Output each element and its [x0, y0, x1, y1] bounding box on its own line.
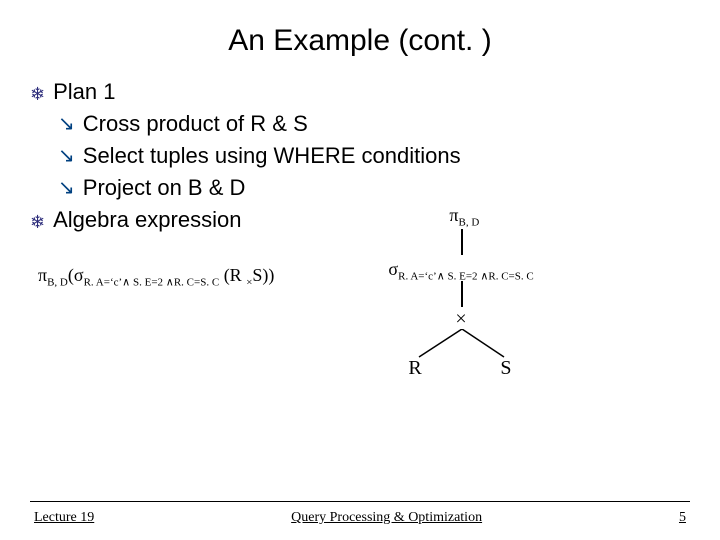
cond-a: R. A=‘c’	[84, 277, 123, 289]
tree-pi-node: πB, D	[449, 205, 479, 229]
bullet-algebra: ❄ Algebra expression	[30, 204, 690, 236]
footer-left: Lecture 19	[34, 510, 94, 526]
cond-b: S. E=2	[130, 277, 166, 289]
pi-subscript: B, D	[47, 277, 68, 289]
tree-leaf-s: S	[500, 357, 511, 380]
tree-cross-node: ×	[455, 308, 466, 331]
tree-sigma: σ	[388, 259, 398, 279]
close-outer: S))	[252, 265, 274, 285]
arrow-icon: ↘	[58, 146, 75, 166]
tree-and-1: ∧	[437, 271, 445, 283]
footer-center: Query Processing & Optimization	[291, 510, 482, 526]
bullet-cross-text: Cross product of R & S	[83, 108, 308, 140]
bullet-plan-text: Plan 1	[53, 76, 115, 108]
footer-right: 5	[679, 510, 686, 526]
slide-footer: Lecture 19 Query Processing & Optimizati…	[0, 510, 720, 526]
algebra-expression-inline: πB, D(σR. A=‘c’∧ S. E=2 ∧R. C=S. C (R ×S…	[38, 255, 274, 289]
bullet-algebra-text: Algebra expression	[53, 204, 241, 236]
tree-cond-c: R. C=S. C	[488, 271, 533, 283]
bullet-select: ↘ Select tuples using WHERE conditions	[30, 140, 690, 172]
expression-tree: πB, D σR. A=‘c’∧ S. E=2 ∧R. C=S. C × R S	[334, 255, 594, 435]
formula-row: πB, D(σR. A=‘c’∧ S. E=2 ∧R. C=S. C (R ×S…	[0, 235, 720, 435]
inner-text: (R	[219, 265, 246, 285]
slide-title: An Example (cont. )	[0, 0, 720, 66]
tree-cond-a: R. A=‘c’	[398, 271, 437, 283]
bullet-select-text: Select tuples using WHERE conditions	[83, 140, 461, 172]
slide-body: ❄ Plan 1 ↘ Cross product of R & S ↘ Sele…	[0, 66, 720, 235]
bullet-plan: ❄ Plan 1	[30, 76, 690, 108]
tree-leaf-r: R	[408, 357, 421, 380]
tree-pi: π	[449, 205, 458, 225]
tree-cross: ×	[455, 308, 466, 330]
arrow-icon: ↘	[58, 114, 75, 134]
arrow-icon: ↘	[58, 178, 75, 198]
bullet-project-text: Project on B & D	[83, 172, 246, 204]
and-2: ∧	[166, 277, 174, 289]
snowflake-icon: ❄	[30, 213, 45, 231]
bullet-project: ↘ Project on B & D	[30, 172, 690, 204]
pi-symbol: π	[38, 265, 47, 285]
tree-pi-sub: B, D	[459, 217, 480, 229]
tree-edge	[461, 229, 463, 255]
tree-branches	[404, 329, 524, 359]
sigma-symbol: σ	[74, 265, 84, 285]
tree-edge	[461, 281, 463, 307]
bullet-cross: ↘ Cross product of R & S	[30, 108, 690, 140]
tree-sigma-node: σR. A=‘c’∧ S. E=2 ∧R. C=S. C	[388, 259, 533, 283]
footer-divider	[30, 501, 690, 502]
snowflake-icon: ❄	[30, 85, 45, 103]
cond-c: R. C=S. C	[174, 277, 219, 289]
